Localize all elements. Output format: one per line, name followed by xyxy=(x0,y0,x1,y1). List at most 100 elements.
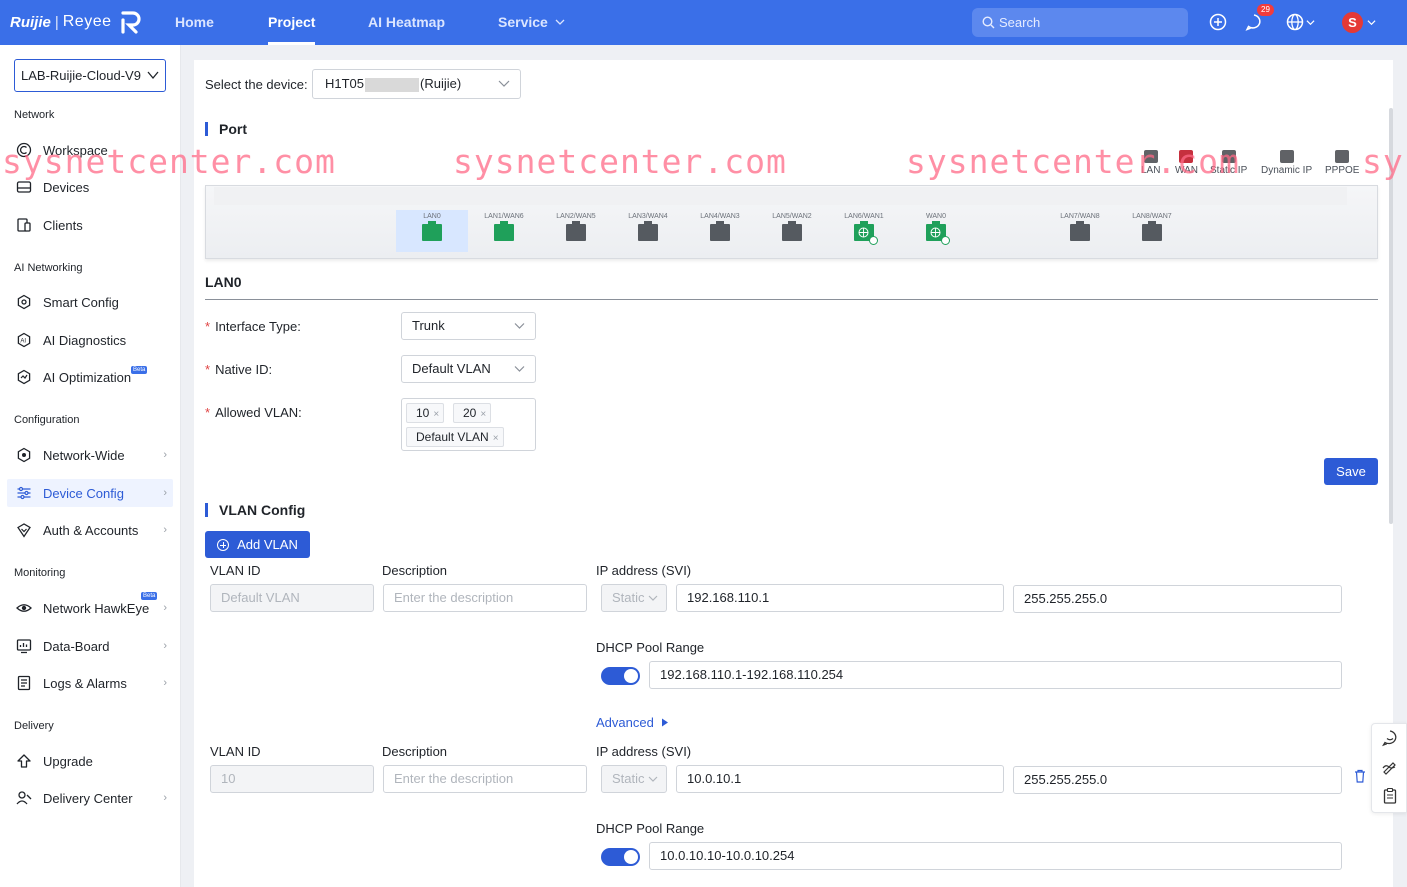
save-button[interactable]: Save xyxy=(1324,458,1378,485)
dhcp-range-input[interactable]: 192.168.110.1-192.168.110.254 xyxy=(649,661,1342,689)
ip-mode-select: Static xyxy=(601,584,667,612)
nav-home[interactable]: Home xyxy=(175,0,214,45)
description-input[interactable]: Enter the description xyxy=(383,765,587,793)
globe-icon[interactable] xyxy=(1285,12,1305,32)
port-lan0[interactable]: LAN0 xyxy=(396,210,468,252)
feedback-sign-icon[interactable] xyxy=(1381,758,1399,776)
logs-icon xyxy=(15,674,33,692)
add-vlan-label: Add VLAN xyxy=(237,537,298,552)
device-select[interactable]: H1T05 (Ruijie) xyxy=(312,69,521,99)
sidebar-item-device-config[interactable]: Device Config › xyxy=(7,479,173,507)
chat-support-icon[interactable] xyxy=(1381,729,1399,747)
sidebar-item-devices[interactable]: Devices xyxy=(7,173,173,201)
ai-diagnostics-icon: AI xyxy=(15,331,33,349)
add-vlan-button[interactable]: Add VLAN xyxy=(205,531,310,558)
sidebar-item-label: Delivery Center xyxy=(43,790,133,806)
chevron-down-icon xyxy=(147,71,159,80)
subnet-mask-input[interactable]: 255.255.255.0 xyxy=(1013,585,1342,613)
port-lan6-wan1[interactable]: LAN6/WAN1 xyxy=(828,210,900,252)
sidebar-item-label: Upgrade xyxy=(43,753,93,769)
smart-config-icon xyxy=(15,293,33,311)
sidebar-item-clients[interactable]: Clients xyxy=(7,211,173,239)
ethernet-port-icon xyxy=(1142,221,1162,241)
port-lan8-wan7[interactable]: LAN8/WAN7 xyxy=(1116,210,1188,252)
search-input[interactable]: Search xyxy=(972,8,1188,37)
dynamic-ip-port-icon xyxy=(1279,150,1294,163)
sidebar-item-label: Device Config xyxy=(43,485,124,501)
native-id-select[interactable]: Default VLAN xyxy=(401,355,536,383)
svg-text:AI: AI xyxy=(20,339,26,345)
dhcp-toggle[interactable] xyxy=(601,667,640,685)
sidebar-item-auth-accounts[interactable]: Auth & Accounts › xyxy=(7,516,173,544)
description-header: Description xyxy=(382,744,448,759)
sidebar-item-label: Devices xyxy=(43,179,90,195)
interface-type-label: * Interface Type: xyxy=(205,319,301,334)
scrollbar[interactable] xyxy=(1389,108,1393,524)
ip-address-input[interactable]: 10.0.10.1 xyxy=(676,765,1004,793)
user-menu-chevron-icon[interactable] xyxy=(1367,18,1376,27)
auth-accounts-icon xyxy=(15,521,33,539)
sidebar-item-delivery-center[interactable]: Delivery Center › xyxy=(7,784,173,812)
remove-tag-icon[interactable]: × xyxy=(493,433,499,444)
ip-address-input[interactable]: 192.168.110.1 xyxy=(676,584,1004,612)
chevron-right-icon: › xyxy=(163,487,167,499)
section-configuration: Configuration xyxy=(14,414,80,426)
sidebar-item-upgrade[interactable]: Upgrade xyxy=(7,747,173,775)
sidebar-item-ai-diagnostics[interactable]: AI AI Diagnostics xyxy=(7,326,173,354)
sidebar-item-logs-alarms[interactable]: Logs & Alarms › xyxy=(7,669,173,697)
advanced-link[interactable]: Advanced xyxy=(596,715,669,730)
allowed-vlan-multiselect[interactable]: 10 × 20 × Default VLAN × xyxy=(401,398,536,451)
ethernet-port-icon xyxy=(1070,221,1090,241)
port-lan1-wan6[interactable]: LAN1/WAN6 xyxy=(468,210,540,252)
data-board-icon xyxy=(15,637,33,655)
trash-icon[interactable] xyxy=(1354,769,1366,783)
sidebar-item-workspace[interactable]: Workspace xyxy=(7,136,173,164)
notification-badge: 29 xyxy=(1257,4,1274,16)
dhcp-pool-label: DHCP Pool Range xyxy=(596,821,705,836)
legend-pppoe: PPPOE xyxy=(1325,150,1359,176)
project-select[interactable]: LAB-Ruijie-Cloud-V9 xyxy=(14,59,166,92)
clipboard-icon[interactable] xyxy=(1381,787,1399,805)
sidebar-item-label: AI Diagnostics xyxy=(43,332,127,348)
delivery-center-icon xyxy=(15,789,33,807)
dhcp-range-input[interactable]: 10.0.10.10-10.0.10.254 xyxy=(649,842,1342,870)
chevron-down-icon xyxy=(498,80,510,87)
sidebar-item-data-board[interactable]: Data-Board › xyxy=(7,632,173,660)
search-icon xyxy=(982,16,995,29)
wan-globe-port-icon xyxy=(854,221,878,245)
remove-tag-icon[interactable]: × xyxy=(433,409,439,420)
sidebar-item-ai-optimization[interactable]: AI Optimization Beta xyxy=(7,363,173,391)
port-lan3-wan4[interactable]: LAN3/WAN4 xyxy=(612,210,684,252)
nav-service[interactable]: Service xyxy=(498,0,565,45)
port-lan5-wan2[interactable]: LAN5/WAN2 xyxy=(756,210,828,252)
dhcp-toggle[interactable] xyxy=(601,848,640,866)
native-id-value: Default VLAN xyxy=(412,361,491,376)
nav-ai-heatmap[interactable]: AI Heatmap xyxy=(368,0,445,45)
sidebar-item-label: Clients xyxy=(43,217,83,233)
user-avatar[interactable]: S xyxy=(1342,12,1363,33)
nav-project[interactable]: Project xyxy=(268,0,316,45)
language-chevron-icon[interactable] xyxy=(1306,18,1315,27)
vlan-tag: 20 × xyxy=(453,403,492,423)
subnet-mask-input[interactable]: 255.255.255.0 xyxy=(1013,766,1342,794)
sidebar: LAB-Ruijie-Cloud-V9 Network Workspace De… xyxy=(0,45,181,887)
vlan-tag: Default VLAN × xyxy=(406,427,504,447)
sidebar-item-label: Network-Wide xyxy=(43,447,125,463)
interface-type-select[interactable]: Trunk xyxy=(401,312,536,340)
add-circle-icon[interactable] xyxy=(1208,12,1228,32)
port-lan7-wan8[interactable]: LAN7/WAN8 xyxy=(1044,210,1116,252)
port-lan2-wan5[interactable]: LAN2/WAN5 xyxy=(540,210,612,252)
description-input[interactable]: Enter the description xyxy=(383,584,587,612)
chevron-right-icon: › xyxy=(163,449,167,461)
sidebar-item-network-hawkeye[interactable]: Network HawkEye Beta › xyxy=(7,592,173,622)
ip-address-header: IP address (SVI) xyxy=(596,744,692,759)
caret-right-icon xyxy=(662,718,669,727)
device-prefix: H1T05 xyxy=(325,76,365,91)
sidebar-item-smart-config[interactable]: Smart Config xyxy=(7,288,173,316)
sidebar-item-network-wide[interactable]: Network-Wide › xyxy=(7,441,173,469)
brand-logo[interactable]: Ruijie | Reyee xyxy=(10,9,142,35)
interface-type-value: Trunk xyxy=(412,318,445,333)
remove-tag-icon[interactable]: × xyxy=(480,409,486,420)
port-lan4-wan3[interactable]: LAN4/WAN3 xyxy=(684,210,756,252)
port-wan0[interactable]: WAN0 xyxy=(900,210,972,252)
